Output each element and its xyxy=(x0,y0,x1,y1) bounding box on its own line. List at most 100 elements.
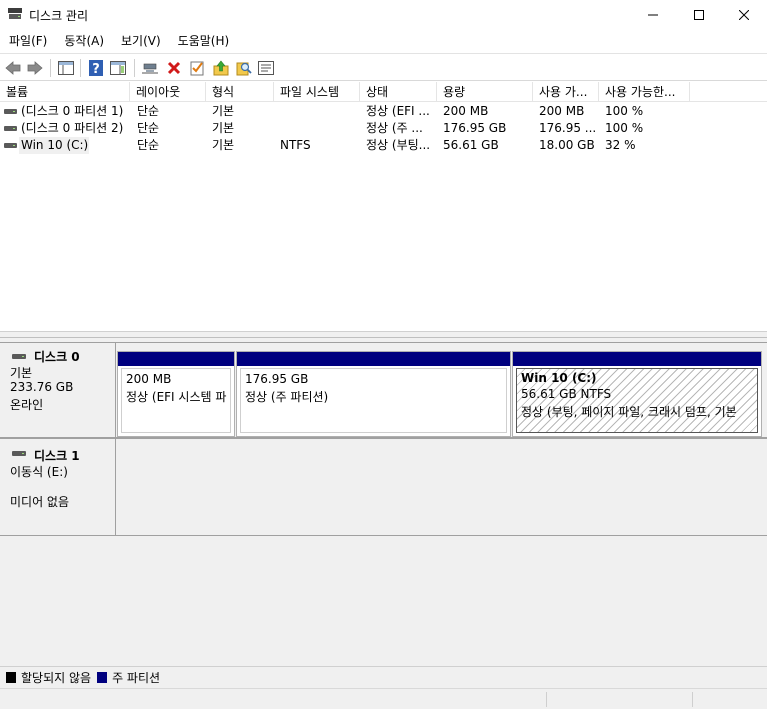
list-button[interactable] xyxy=(256,58,276,78)
disk-kind: 기본 xyxy=(10,366,33,380)
volume-capacity: 56.61 GB xyxy=(443,138,499,152)
disk-graphical-view: 디스크 0 기본 233.76 GB 온라인 200 MB 정상 (EFI 시스… xyxy=(0,338,767,666)
partition-status: 정상 (부팅, 페이지 파일, 크래시 덤프, 기본 xyxy=(521,405,737,419)
properties-pane-button[interactable] xyxy=(56,58,76,78)
partition-primary[interactable]: 176.95 GB 정상 (주 파티션) xyxy=(236,351,511,437)
volume-free-space: 176.95 ... xyxy=(539,121,597,135)
partition-size: 56.61 GB NTFS xyxy=(521,387,612,401)
partition-title: Win 10 (C:) xyxy=(521,371,597,385)
volume-row[interactable]: Win 10 (C:) 단순 기본 NTFS 정상 (부팅... 56.61 G… xyxy=(0,137,767,154)
volume-type: 기본 xyxy=(212,138,235,152)
volume-percent-free: 32 % xyxy=(605,138,636,152)
partition-c-drive[interactable]: Win 10 (C:) 56.61 GB NTFS 정상 (부팅, 페이지 파일… xyxy=(512,351,762,437)
column-header-free-space[interactable]: 사용 가... xyxy=(533,82,599,102)
volume-name: Win 10 (C:) xyxy=(19,137,89,154)
disk-icon xyxy=(12,354,26,359)
close-button[interactable] xyxy=(721,0,767,30)
up-icon xyxy=(213,60,229,76)
volume-list: 볼륨 레이아웃 형식 파일 시스템 상태 용량 사용 가... 사용 가능한..… xyxy=(0,82,767,332)
check-icon xyxy=(190,61,204,76)
volume-status: 정상 (부팅... xyxy=(366,138,431,152)
disk-1-label[interactable]: 디스크 1 이동식 (E:) 미디어 없음 xyxy=(0,438,116,536)
show-hide-pane-icon xyxy=(110,61,126,75)
legend-label-primary: 주 파티션 xyxy=(112,671,161,685)
column-header-status[interactable]: 상태 xyxy=(360,82,437,102)
legend-swatch-unallocated xyxy=(6,672,16,683)
volume-filesystem xyxy=(280,120,358,137)
delete-icon xyxy=(167,61,181,75)
maximize-button[interactable] xyxy=(676,0,722,30)
disk-0-label[interactable]: 디스크 0 기본 233.76 GB 온라인 xyxy=(0,342,116,438)
menu-file[interactable]: 파일(F) xyxy=(0,30,55,52)
column-header-type[interactable]: 형식 xyxy=(206,82,274,102)
volume-status: 정상 (EFI ... xyxy=(366,104,430,118)
partition-efi[interactable]: 200 MB 정상 (EFI 시스템 파 xyxy=(117,351,235,437)
toolbar-separator xyxy=(80,59,81,77)
search-icon xyxy=(236,62,252,76)
forward-button[interactable] xyxy=(25,58,45,78)
toolbar-separator xyxy=(50,59,51,77)
partition-body-selected: Win 10 (C:) 56.61 GB NTFS 정상 (부팅, 페이지 파일… xyxy=(516,368,758,433)
show-hide-pane-button[interactable] xyxy=(108,58,128,78)
legend: 할당되지 않음 주 파티션 xyxy=(0,666,767,688)
partition-bar xyxy=(237,352,510,366)
menu-view[interactable]: 보기(V) xyxy=(112,30,169,52)
partition-status: 정상 (주 파티션) xyxy=(245,390,329,404)
volume-type: 기본 xyxy=(212,104,235,118)
disk-1-partitions xyxy=(116,438,767,536)
disk-kind: 이동식 (E:) xyxy=(10,465,68,479)
volume-percent-free: 100 % xyxy=(605,104,644,118)
volume-row[interactable]: (디스크 0 파티션 2) 단순 기본 정상 (주 ... 176.95 GB … xyxy=(0,120,767,137)
volume-layout: 단순 xyxy=(137,138,160,152)
partition-size: 176.95 GB xyxy=(245,372,309,386)
status-separator xyxy=(692,692,693,707)
menu-action[interactable]: 동작(A) xyxy=(55,30,112,52)
column-header-volume[interactable]: 볼륨 xyxy=(0,82,130,102)
up-button[interactable] xyxy=(211,58,231,78)
toolbar-separator xyxy=(134,59,135,77)
column-header-percent-free[interactable]: 사용 가능한... xyxy=(599,82,690,102)
disk-size: 233.76 GB xyxy=(10,380,74,394)
minimize-button[interactable] xyxy=(630,0,676,30)
status-separator xyxy=(546,692,547,707)
connect-button[interactable] xyxy=(140,58,160,78)
disk-state: 온라인 xyxy=(10,398,44,412)
check-button[interactable] xyxy=(187,58,207,78)
column-header-layout[interactable]: 레이아웃 xyxy=(130,82,206,102)
help-button[interactable]: ? xyxy=(86,58,106,78)
column-header-capacity[interactable]: 용량 xyxy=(437,82,533,102)
minimize-icon xyxy=(648,14,658,16)
help-icon: ? xyxy=(89,60,103,76)
drive-icon xyxy=(4,126,17,131)
maximize-icon xyxy=(694,10,704,20)
status-bar xyxy=(0,688,767,709)
volume-row[interactable]: (디스크 0 파티션 1) 단순 기본 정상 (EFI ... 200 MB 2… xyxy=(0,103,767,120)
disk-0-row: 디스크 0 기본 233.76 GB 온라인 200 MB 정상 (EFI 시스… xyxy=(0,342,767,438)
disk-state: 미디어 없음 xyxy=(10,495,70,509)
volume-percent-free: 100 % xyxy=(605,121,644,135)
menu-bar: 파일(F) 동작(A) 보기(V) 도움말(H) xyxy=(0,30,767,52)
volume-filesystem xyxy=(280,103,358,120)
disk-name: 디스크 1 xyxy=(34,449,80,463)
column-header-filesystem[interactable]: 파일 시스템 xyxy=(274,82,360,102)
toolbar: ? xyxy=(0,53,767,81)
volume-free-space: 18.00 GB xyxy=(539,138,595,152)
partition-status: 정상 (EFI 시스템 파 xyxy=(126,390,227,404)
search-button[interactable] xyxy=(234,58,254,78)
partition-bar xyxy=(118,352,234,366)
disk-0-partitions: 200 MB 정상 (EFI 시스템 파 176.95 GB 정상 (주 파티션… xyxy=(116,342,767,438)
menu-help[interactable]: 도움말(H) xyxy=(169,30,238,52)
volume-list-header: 볼륨 레이아웃 형식 파일 시스템 상태 용량 사용 가... 사용 가능한..… xyxy=(0,82,767,102)
legend-swatch-primary xyxy=(97,672,108,683)
legend-label-unallocated: 할당되지 않음 xyxy=(21,671,92,685)
partition-bar xyxy=(513,352,761,366)
volume-capacity: 200 MB xyxy=(443,104,489,118)
delete-button[interactable] xyxy=(164,58,184,78)
back-button[interactable] xyxy=(3,58,23,78)
disk-name: 디스크 0 xyxy=(34,350,80,364)
volume-free-space: 200 MB xyxy=(539,104,585,118)
close-icon xyxy=(739,10,749,20)
partition-body: 200 MB 정상 (EFI 시스템 파 xyxy=(121,368,231,433)
list-icon xyxy=(258,61,274,75)
connect-icon xyxy=(142,63,158,74)
